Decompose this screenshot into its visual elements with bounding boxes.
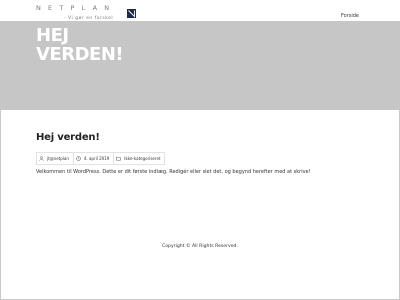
logo-wordmark: NETPLAN [36,4,117,12]
post-content: Velkommen til WordPress. Dette er dit fø… [36,169,311,175]
folder-icon [116,156,122,161]
hero-banner: HEJ VERDEN! [0,21,400,110]
meta-date[interactable]: 4. april 2019 [74,153,115,164]
nav-link-forside[interactable]: Forside [341,13,359,19]
post-meta: jt@netplan 4. april 2019 Ikke-kategorise… [36,152,166,165]
meta-category[interactable]: Ikke-kategoriseret [114,153,166,164]
footer-copyright: Copyright © All Rights Reserved. [162,244,238,249]
meta-author[interactable]: jt@netplan [36,153,74,164]
logo-mark-icon [127,3,136,18]
meta-author-label: jt@netplan [47,156,69,161]
post-title[interactable]: Hej verden! [36,132,100,143]
meta-category-label: Ikke-kategoriseret [124,156,161,161]
user-icon [39,156,44,161]
hero-title: HEJ VERDEN! [36,25,124,65]
clock-icon [76,156,81,161]
meta-date-label: 4. april 2019 [83,156,110,161]
site-footer: Copyright © All Rights Reserved. [0,244,400,249]
